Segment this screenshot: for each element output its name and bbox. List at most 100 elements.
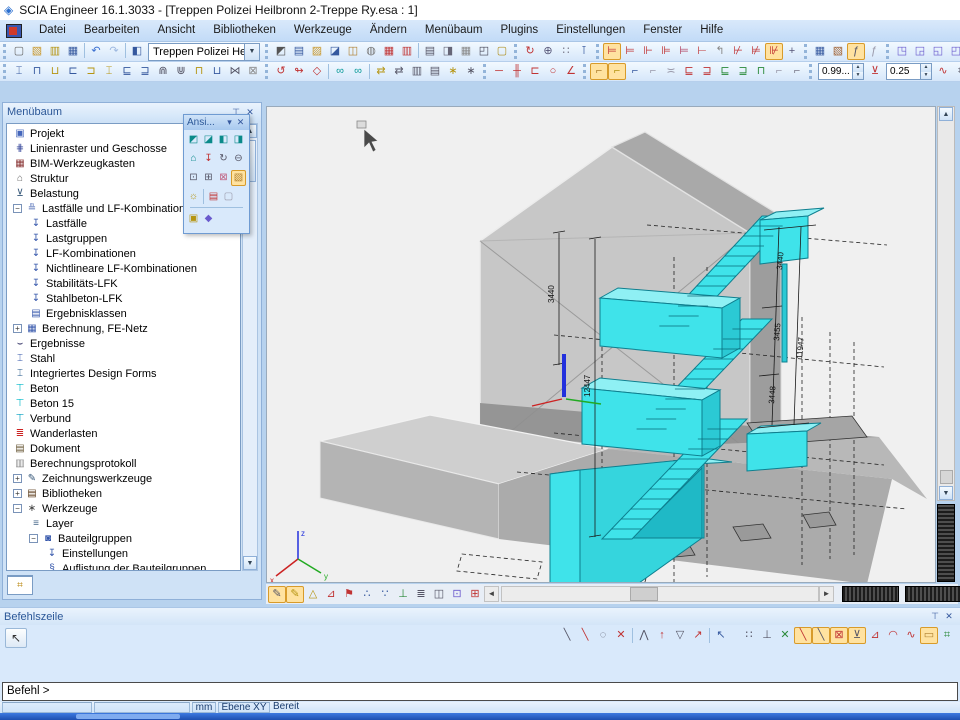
scroll-down-icon[interactable]: ▼: [939, 486, 953, 500]
view-front-icon[interactable]: ◪: [201, 132, 216, 148]
print-icon[interactable]: ▤: [421, 43, 439, 60]
toolbar-grip[interactable]: [265, 64, 269, 79]
save-all-icon[interactable]: ▥: [46, 43, 64, 60]
view-flag-7-icon[interactable]: ⊒: [698, 63, 716, 80]
scrollbar-thumb[interactable]: [940, 470, 953, 484]
polygon-edit-icon[interactable]: ◇: [308, 63, 326, 80]
close-viewport-icon[interactable]: ◧: [128, 43, 146, 60]
view-flag-8-icon[interactable]: ⊑: [716, 63, 734, 80]
view-scale-spinner[interactable]: 0.99... ▲▼: [818, 63, 864, 80]
mesh-display-icon[interactable]: ⊞: [466, 586, 484, 603]
view-projection-icon[interactable]: ↧: [201, 151, 216, 167]
viewport-vertical-scrollbar[interactable]: ▲ ▼: [937, 106, 955, 501]
fx-icon[interactable]: ƒ: [865, 43, 883, 60]
zoom-selection-icon[interactable]: ⊠: [216, 170, 231, 186]
menu-ndern[interactable]: Ändern: [361, 20, 416, 41]
status-units[interactable]: mm: [192, 702, 216, 713]
fx-active-icon[interactable]: ƒ: [847, 43, 865, 60]
spinner-up-icon[interactable]: ▲: [853, 64, 863, 72]
viewport-horizontal-scrollbar[interactable]: [501, 586, 819, 602]
view-axonometric-icon[interactable]: ◨: [231, 132, 246, 148]
window-cascade-icon[interactable]: ◳: [893, 43, 911, 60]
menu-hilfe[interactable]: Hilfe: [691, 20, 732, 41]
surface-display-icon[interactable]: △: [304, 586, 322, 603]
chevron-down-icon[interactable]: ▾: [224, 116, 235, 129]
redo-icon[interactable]: ↷: [105, 43, 123, 60]
visibility-all-icon[interactable]: ∞: [349, 63, 367, 80]
snap-vertex-icon[interactable]: ⋀: [635, 627, 653, 644]
zoom-out-icon[interactable]: ⊖: [231, 151, 246, 167]
tree-item[interactable]: ≣Wanderlasten: [7, 426, 240, 441]
track-cursor-icon[interactable]: ↖: [712, 627, 730, 644]
menu-bearbeiten[interactable]: Bearbeiten: [75, 20, 149, 41]
node-labels-icon[interactable]: ∴: [358, 586, 376, 603]
document-icon[interactable]: [6, 24, 22, 38]
member-join-icon[interactable]: ⋓: [172, 63, 190, 80]
tree-item[interactable]: ⊤Verbund: [7, 411, 240, 426]
project-combobox[interactable]: Treppen Polizei Heil ▼: [148, 43, 260, 61]
scroll-right-icon[interactable]: ►: [819, 586, 834, 602]
toolbar-grip[interactable]: [514, 44, 518, 59]
member-intersect-icon[interactable]: ⋒: [154, 63, 172, 80]
loadcase-back-icon[interactable]: ↰: [711, 43, 729, 60]
collapsed-window-shade[interactable]: [842, 586, 899, 602]
save-picture-icon[interactable]: ▢: [221, 189, 236, 205]
tree-item[interactable]: −∗Werkzeuge: [7, 501, 240, 516]
menu-werkzeuge[interactable]: Werkzeuge: [285, 20, 361, 41]
render-3d-icon[interactable]: ◆: [201, 211, 216, 227]
model-display-icon[interactable]: ◫: [430, 586, 448, 603]
project-data-icon[interactable]: ◩: [272, 43, 290, 60]
zoom-window-icon[interactable]: ⊡: [186, 170, 201, 186]
member-truss-icon[interactable]: ⊓: [190, 63, 208, 80]
rotate-view-icon[interactable]: ↻: [216, 151, 231, 167]
snap-center-icon[interactable]: ✕: [776, 627, 794, 644]
measure-angle-icon[interactable]: ↬: [290, 63, 308, 80]
snap-intersection-icon[interactable]: ⊠: [830, 627, 848, 644]
tree-item[interactable]: ▥Berechnungsprotokoll: [7, 456, 240, 471]
toolbar-grip[interactable]: [809, 64, 813, 79]
select-cursor-button[interactable]: ↖: [5, 628, 27, 648]
toolbar-grip[interactable]: [583, 64, 587, 79]
undo-icon[interactable]: ↶: [87, 43, 105, 60]
close-icon[interactable]: ✕: [942, 610, 956, 623]
table-edit-icon[interactable]: ▤: [426, 63, 444, 80]
snap-point-icon[interactable]: ↑: [653, 627, 671, 644]
pin-icon[interactable]: ⊤: [928, 610, 942, 623]
system-lines-icon[interactable]: ≣: [412, 586, 430, 603]
snap-arc-icon[interactable]: ◠: [884, 627, 902, 644]
refresh-selection-icon[interactable]: ↻: [521, 43, 539, 60]
tree-item[interactable]: §Auflistung der Bauteilgruppen: [7, 561, 240, 571]
expand-icon[interactable]: +: [13, 489, 22, 498]
snap-delete-icon[interactable]: ✕: [612, 627, 630, 644]
tree-item[interactable]: ▤Dokument: [7, 441, 240, 456]
view-flag-3-icon[interactable]: ⌐: [626, 63, 644, 80]
history-icon[interactable]: ▨: [308, 43, 326, 60]
snap-segment-icon[interactable]: ↗: [689, 627, 707, 644]
window-tile-horizontal-icon[interactable]: ◲: [911, 43, 929, 60]
volume-display-icon[interactable]: ⊿: [322, 586, 340, 603]
menu-einstellungen[interactable]: Einstellungen: [547, 20, 634, 41]
menubaum-tab[interactable]: ⌗: [7, 575, 33, 595]
collapsed-window-shade-vertical[interactable]: [937, 504, 955, 582]
calculator-icon[interactable]: ▦: [457, 43, 475, 60]
scroll-left-icon[interactable]: ◄: [484, 586, 499, 602]
light-icon[interactable]: ☼: [186, 189, 201, 205]
toolbar-grip[interactable]: [804, 44, 808, 59]
toolbar-grip[interactable]: [3, 44, 7, 59]
dimension-circle-icon[interactable]: ○: [544, 63, 562, 80]
zoom-document-icon[interactable]: ⊕: [539, 43, 557, 60]
snap-endpoint-icon[interactable]: ╲: [794, 627, 812, 644]
paste-properties-icon[interactable]: ◫: [344, 43, 362, 60]
modify-properties-icon[interactable]: ∗: [444, 63, 462, 80]
section-display-icon[interactable]: ⊡: [448, 586, 466, 603]
snap-orthogonal-icon[interactable]: ⊻: [848, 627, 866, 644]
toolbar-grip[interactable]: [483, 64, 487, 79]
snap-line-point-icon[interactable]: ╲: [576, 627, 594, 644]
scroll-down-icon[interactable]: ▼: [243, 556, 257, 570]
toolbar-grip[interactable]: [265, 44, 269, 59]
layers-manager-icon[interactable]: ▤: [290, 43, 308, 60]
tree-item[interactable]: ⌶Integriertes Design Forms: [7, 366, 240, 381]
collapse-icon[interactable]: −: [13, 504, 22, 513]
collapsed-window-shade[interactable]: [905, 586, 960, 602]
clipping-box-icon[interactable]: ▧: [231, 170, 246, 186]
